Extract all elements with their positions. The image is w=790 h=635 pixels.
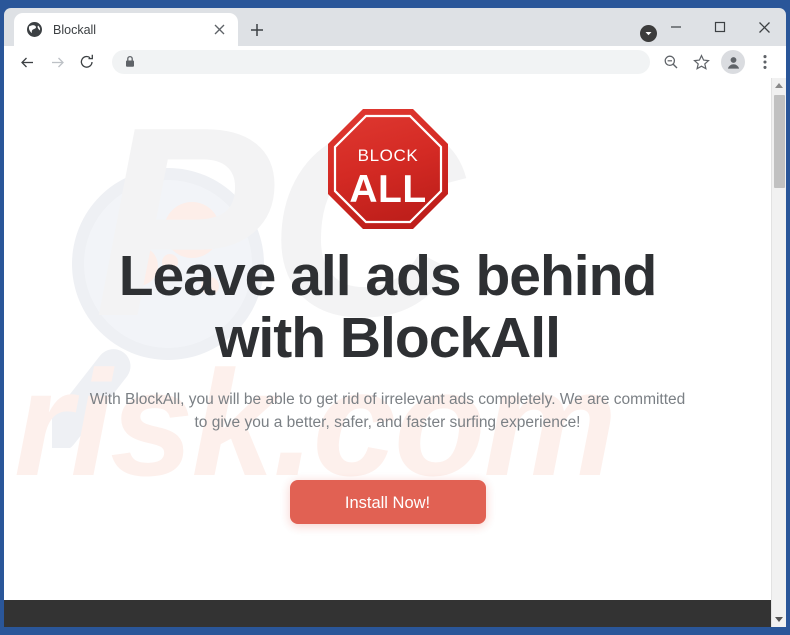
scroll-up-arrow[interactable] <box>772 78 786 93</box>
blockall-logo: BLOCK ALL <box>4 106 771 232</box>
install-now-button[interactable]: Install Now! <box>289 480 486 525</box>
minimize-button[interactable] <box>654 8 698 46</box>
svg-text:BLOCK: BLOCK <box>357 146 418 165</box>
star-icon[interactable] <box>686 47 716 77</box>
globe-icon <box>26 21 43 38</box>
close-window-button[interactable] <box>742 8 786 46</box>
address-bar[interactable] <box>112 50 650 74</box>
close-icon[interactable] <box>208 19 230 41</box>
page-subtitle: With BlockAll, you will be able to get r… <box>89 391 686 431</box>
vertical-scrollbar[interactable] <box>771 78 786 627</box>
maximize-button[interactable] <box>698 8 742 46</box>
page-viewport: PC risk.com BLOCK ALL Leave all ads behi… <box>4 78 786 627</box>
forward-button[interactable] <box>42 47 72 77</box>
three-dot-menu-icon[interactable] <box>750 47 780 77</box>
tab-title: Blockall <box>53 22 97 37</box>
page-title: Leave all ads behind with BlockAll <box>88 244 688 370</box>
reload-button[interactable] <box>72 47 102 77</box>
toolbar-actions <box>656 47 780 77</box>
scroll-thumb[interactable] <box>774 95 785 188</box>
back-button[interactable] <box>12 47 42 77</box>
headline-line-2: with BlockAll <box>215 305 561 370</box>
hero-section: BLOCK ALL Leave all ads behind with Bloc… <box>4 78 771 525</box>
tab-blockall[interactable]: Blockall <box>14 13 238 46</box>
browser-window: Blockall PC risk.com BLOCK ALL Leave all… <box>0 0 790 635</box>
new-tab-button[interactable] <box>244 17 270 43</box>
headline-line-1: Leave all ads behind <box>118 244 658 308</box>
svg-text:ALL: ALL <box>349 168 426 211</box>
blockall-landing-page: PC risk.com BLOCK ALL Leave all ads behi… <box>4 78 771 627</box>
person-icon[interactable] <box>721 50 745 74</box>
scroll-down-arrow[interactable] <box>772 612 786 627</box>
tab-strip: Blockall <box>4 8 786 46</box>
window-controls <box>654 8 786 46</box>
browser-toolbar <box>4 46 786 78</box>
page-footer-bar <box>4 600 771 627</box>
lock-icon[interactable] <box>124 55 138 69</box>
search-minus-icon[interactable] <box>656 47 686 77</box>
